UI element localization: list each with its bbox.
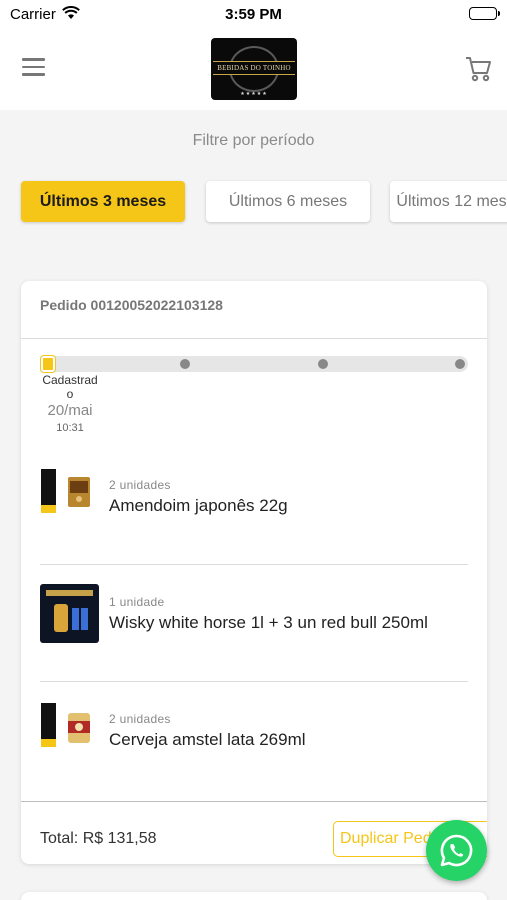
order-total: Total: R$ 131,58 — [40, 830, 157, 847]
order-item: 2 unidades Cerveja amstel lata 269ml — [21, 682, 487, 799]
brand-logo-stars: ★★★★★ — [240, 91, 268, 97]
filter-3-months-button[interactable]: Últimos 3 meses — [21, 181, 185, 222]
item-quantity: 2 unidades — [109, 478, 171, 492]
product-thumbnail — [40, 701, 99, 760]
app-header: BEBIDAS DO TOINHO ★★★★★ — [0, 28, 507, 110]
status-label: Cadastrado — [42, 373, 98, 401]
status-track — [41, 356, 468, 372]
product-thumbnail — [40, 467, 99, 526]
status-step — [455, 359, 465, 369]
filter-12-months-button[interactable]: Últimos 12 meses — [390, 181, 507, 222]
clock: 3:59 PM — [225, 6, 282, 23]
item-quantity: 1 unidade — [109, 595, 165, 609]
item-name: Wisky white horse 1l + 3 un red bull 250… — [109, 613, 428, 632]
hamburger-menu-icon[interactable] — [22, 58, 48, 80]
next-order-card — [21, 892, 487, 900]
order-card: Pedido 00120052022103128 Cadastrado 20/m… — [21, 281, 487, 864]
order-item: 2 unidades Amendoim japonês 22g — [21, 448, 487, 565]
whatsapp-button[interactable] — [426, 820, 487, 881]
battery-icon — [469, 7, 500, 20]
status-step — [318, 359, 328, 369]
item-quantity: 2 unidades — [109, 712, 171, 726]
brand-logo-name: BEBIDAS DO TOINHO — [213, 61, 295, 75]
cart-icon[interactable] — [465, 56, 493, 87]
filter-6-months-button[interactable]: Últimos 6 meses — [206, 181, 370, 222]
whatsapp-icon — [440, 834, 473, 867]
item-name: Cerveja amstel lata 269ml — [109, 730, 306, 749]
status-bar: Carrier 3:59 PM — [0, 0, 507, 28]
item-name: Amendoim japonês 22g — [109, 496, 288, 515]
divider — [21, 801, 487, 802]
status-step-current — [41, 356, 55, 372]
status-step — [180, 359, 190, 369]
status-time: 10:31 — [56, 422, 84, 434]
divider — [21, 338, 487, 339]
filter-title: Filtre por período — [192, 132, 315, 149]
order-id: Pedido 00120052022103128 — [40, 297, 223, 313]
order-item: 1 unidade Wisky white horse 1l + 3 un re… — [21, 565, 487, 682]
product-thumbnail — [40, 584, 99, 643]
brand-logo: BEBIDAS DO TOINHO ★★★★★ — [211, 38, 297, 100]
status-date: 20/mai — [47, 402, 93, 419]
